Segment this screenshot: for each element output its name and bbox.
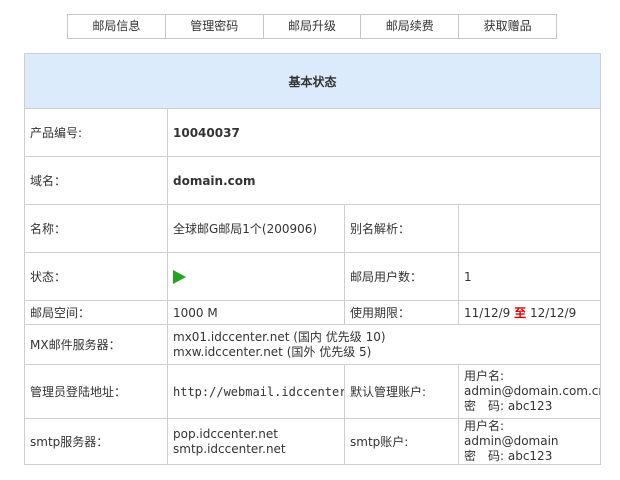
tab-upgrade[interactable]: 邮局升级 [264, 15, 362, 38]
default-admin-user: admin@domain.com.cn [464, 384, 601, 398]
tab-get-gift[interactable]: 获取赠品 [459, 15, 556, 38]
default-admin-label: 默认管理账户: [344, 364, 459, 419]
name-value: 全球邮G邮局1个(200906) [167, 204, 345, 253]
name-label: 名称： [24, 204, 168, 253]
default-admin-user-label: 用户名: [464, 369, 505, 383]
status-value [167, 252, 345, 301]
smtp-pass: 密 码: abc123 [464, 449, 553, 463]
default-admin-pass: 密 码: abc123 [464, 399, 553, 413]
smtp-account-value: 用户名: admin@domain 密 码: abc123 [457, 418, 602, 465]
smtp-server-value: pop.idccenter.net smtp.idccenter.net [167, 418, 345, 465]
alias-label: 别名解析： [344, 204, 459, 253]
period-label: 使用期限： [344, 300, 459, 325]
space-label: 邮局空间： [24, 300, 168, 325]
smtp-account-label: smtp账户: [344, 418, 459, 465]
alias-value [457, 204, 602, 253]
basic-status-table: 基本状态 产品编号: 10040037 域名： domain.com 名称： 全… [23, 53, 602, 465]
product-no-value: 10040037 [166, 108, 602, 157]
space-value: 1000 M [167, 300, 345, 325]
period-end: 12/12/9 [529, 306, 577, 320]
users-label: 邮局用户数： [344, 252, 459, 301]
smtp-user: 用户名: admin@domain [464, 419, 559, 449]
pop-server: pop.idccenter.net [173, 426, 278, 441]
tab-mail-info[interactable]: 邮局信息 [68, 15, 166, 38]
tab-admin-password[interactable]: 管理密码 [166, 15, 264, 38]
smtp-server-label: smtp服务器： [24, 418, 168, 465]
period-value: 11/12/9 至 12/12/9 [457, 300, 602, 325]
default-admin-value: 用户名: admin@domain.com.cn 密 码: abc123 [457, 364, 602, 419]
period-to: 至 [514, 306, 527, 320]
play-icon [173, 269, 186, 284]
smtp-server: smtp.idccenter.net [173, 441, 286, 456]
top-tab-bar: 邮局信息 管理密码 邮局升级 邮局续费 获取赠品 [67, 14, 557, 39]
mx-server-1: mx01.idccenter.net (国内 优先级 10) [173, 329, 386, 344]
tab-renew[interactable]: 邮局续费 [361, 15, 460, 38]
domain-label: 域名： [24, 156, 168, 205]
product-no-label: 产品编号: [24, 108, 168, 157]
mx-value: mx01.idccenter.net (国内 优先级 10) mxw.idcce… [166, 324, 602, 365]
period-start: 11/12/9 [464, 306, 511, 320]
panel-title: 基本状态 [23, 53, 602, 109]
admin-url-label: 管理员登陆地址： [24, 364, 168, 419]
users-value: 1 [457, 252, 602, 301]
mx-server-2: mxw.idccenter.net (国外 优先级 5) [173, 344, 372, 359]
domain-value: domain.com [166, 156, 602, 205]
admin-url-value[interactable]: http://webmail.idccenter.net [167, 364, 345, 419]
status-label: 状态： [24, 252, 168, 301]
mx-label: MX邮件服务器： [24, 324, 168, 365]
